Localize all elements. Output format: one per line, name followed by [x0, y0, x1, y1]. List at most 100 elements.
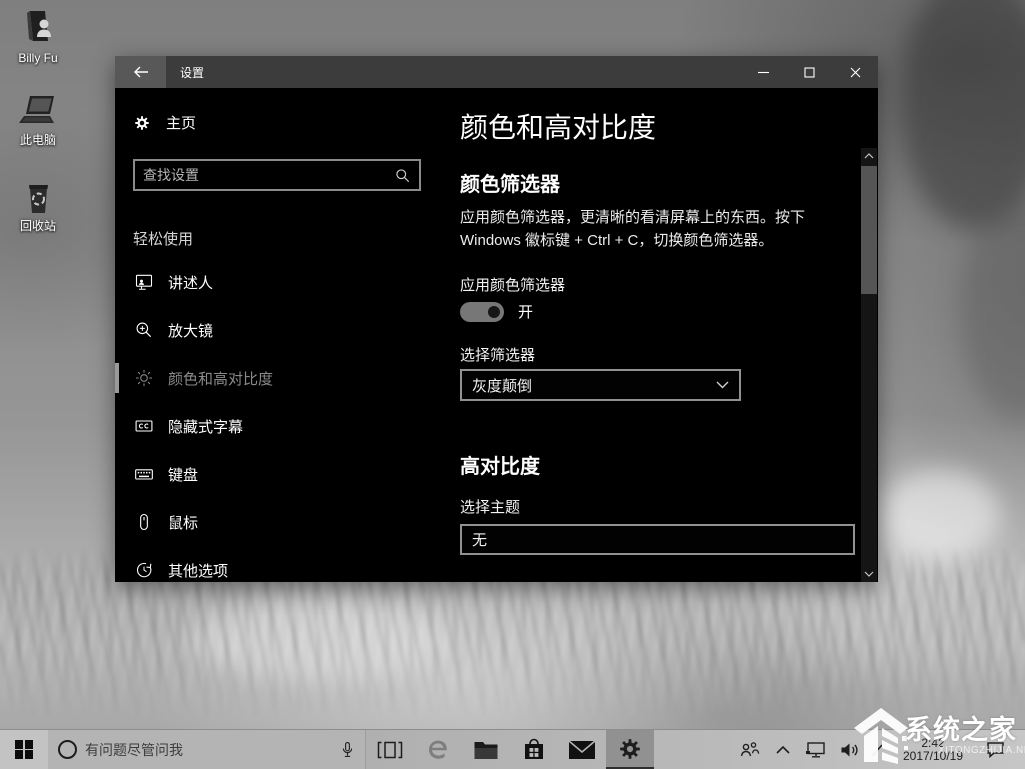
other-options-icon	[133, 560, 155, 580]
gear-icon	[133, 114, 151, 132]
cortana-search-box[interactable]	[48, 730, 366, 769]
chevron-up-icon	[776, 746, 790, 754]
edge-button[interactable]	[414, 730, 462, 769]
sidebar-item-label: 其他选项	[168, 560, 228, 581]
network-display-icon	[805, 741, 827, 759]
desktop-icon-label: 回收站	[0, 219, 76, 233]
filter-dropdown-value: 灰度颠倒	[472, 375, 716, 396]
desktop-icon-user-folder[interactable]: Billy Fu	[0, 8, 76, 65]
system-tray: 2:42 2017/10/19	[731, 730, 1025, 769]
sidebar-section-label: 轻松使用	[133, 228, 193, 249]
toggle-state-label: 开	[518, 301, 533, 322]
toggle-knob	[488, 306, 500, 318]
color-filters-heading: 颜色筛选器	[460, 168, 560, 197]
select-theme-label: 选择主题	[460, 496, 520, 517]
scrollbar-up-button[interactable]	[861, 148, 877, 164]
desktop-icon-this-pc[interactable]: 此电脑	[0, 92, 76, 147]
sidebar-item-magnifier[interactable]: 放大镜	[115, 310, 455, 350]
sidebar-item-label: 隐藏式字幕	[168, 416, 243, 437]
minimize-button[interactable]	[740, 56, 786, 88]
task-view-button[interactable]	[366, 730, 414, 769]
scrollbar-thumb[interactable]	[861, 166, 877, 294]
apply-color-filter-toggle[interactable]	[460, 302, 504, 322]
search-icon	[395, 168, 410, 183]
store-icon	[521, 737, 547, 763]
taskbar-clock[interactable]: 2:42 2017/10/19	[897, 737, 969, 763]
clock-date: 2017/10/19	[897, 750, 969, 763]
sidebar-item-label: 放大镜	[168, 320, 213, 341]
close-button[interactable]	[832, 56, 878, 88]
settings-search-box[interactable]	[133, 159, 421, 191]
maximize-button[interactable]	[786, 56, 832, 88]
high-contrast-heading: 高对比度	[460, 450, 540, 479]
narrator-icon	[133, 272, 155, 292]
close-icon	[850, 67, 861, 78]
settings-window-body: 主页 轻松使用 讲述人	[115, 88, 878, 582]
apply-color-filter-label: 应用颜色筛选器	[460, 274, 565, 295]
settings-window: 设置	[115, 56, 878, 582]
background-plant-shadow	[900, 0, 1025, 230]
volume-button[interactable]	[833, 730, 865, 769]
start-button[interactable]	[0, 730, 48, 769]
background-plant-shadow	[960, 200, 1025, 420]
cortana-icon	[58, 740, 77, 759]
pen-button[interactable]	[865, 730, 891, 769]
network-button[interactable]	[799, 730, 833, 769]
back-arrow-icon	[133, 66, 149, 78]
desktop-icon-recycle-bin[interactable]: 回收站	[0, 180, 76, 233]
mail-icon	[568, 740, 596, 760]
sidebar-item-color-high-contrast[interactable]: 颜色和高对比度	[115, 358, 455, 398]
pen-icon	[870, 742, 886, 758]
sidebar-item-keyboard[interactable]: 键盘	[115, 454, 455, 494]
settings-gear-icon	[618, 737, 642, 761]
sidebar-item-narrator[interactable]: 讲述人	[115, 262, 455, 302]
desktop-icon-label: Billy Fu	[0, 51, 76, 65]
closed-captions-icon	[133, 416, 155, 436]
microphone-icon	[340, 740, 355, 760]
filter-dropdown[interactable]: 灰度颠倒	[460, 369, 741, 401]
cortana-search-input[interactable]	[77, 742, 340, 758]
sidebar-item-home[interactable]: 主页	[133, 112, 196, 133]
action-center-icon	[986, 741, 1005, 758]
sidebar-item-label: 讲述人	[168, 272, 213, 293]
sidebar-item-mouse[interactable]: 鼠标	[115, 502, 455, 542]
sidebar-item-label: 鼠标	[168, 512, 198, 533]
sidebar-item-closed-captions[interactable]: 隐藏式字幕	[115, 406, 455, 446]
edge-icon	[426, 738, 450, 762]
people-icon	[738, 740, 760, 760]
maximize-icon	[804, 67, 815, 78]
theme-dropdown-value: 无	[472, 529, 843, 550]
settings-search-input[interactable]	[135, 167, 395, 183]
color-contrast-icon	[133, 368, 155, 388]
theme-dropdown[interactable]: 无	[460, 524, 855, 555]
windows-logo-icon	[15, 740, 34, 759]
scrollbar-track[interactable]	[861, 148, 877, 582]
store-button[interactable]	[510, 730, 558, 769]
action-center-button[interactable]	[975, 730, 1015, 769]
people-button[interactable]	[731, 730, 767, 769]
sidebar-item-other-options[interactable]: 其他选项	[115, 550, 455, 582]
file-explorer-icon	[473, 739, 499, 761]
window-title: 设置	[180, 64, 204, 81]
chevron-down-icon	[716, 381, 729, 389]
keyboard-icon	[133, 464, 155, 484]
color-filters-description: 应用颜色筛选器，更清晰的看清屏幕上的东西。按下 Windows 徽标键 + Ct…	[460, 206, 805, 252]
file-explorer-button[interactable]	[462, 730, 510, 769]
back-button[interactable]	[115, 56, 166, 88]
taskbar: 2:42 2017/10/19	[0, 729, 1025, 769]
sidebar-item-label: 键盘	[168, 464, 198, 485]
scrollbar-down-button[interactable]	[861, 566, 877, 582]
settings-main-pane: 颜色和高对比度 颜色筛选器 应用颜色筛选器，更清晰的看清屏幕上的东西。按下 Wi…	[460, 88, 861, 582]
this-pc-icon	[16, 92, 60, 130]
mail-button[interactable]	[558, 730, 606, 769]
tray-expand-button[interactable]	[767, 730, 799, 769]
chevron-down-icon	[864, 571, 874, 577]
sidebar-item-label: 颜色和高对比度	[168, 368, 273, 389]
clock-time: 2:42	[897, 737, 969, 750]
settings-button[interactable]	[606, 730, 654, 769]
titlebar: 设置	[115, 56, 878, 88]
magnifier-icon	[133, 320, 155, 340]
task-view-icon	[377, 740, 403, 760]
chevron-up-icon	[864, 153, 874, 159]
user-folder-icon	[18, 8, 58, 48]
